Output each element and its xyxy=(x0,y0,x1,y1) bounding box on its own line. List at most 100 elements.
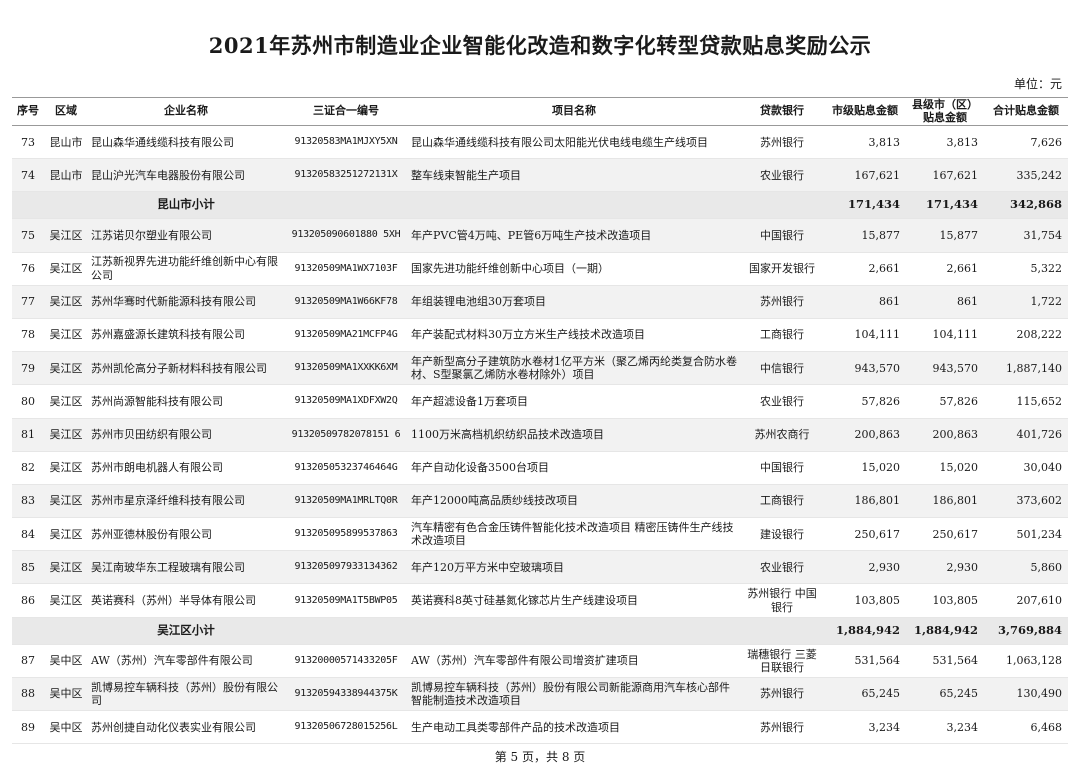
cell-region: 吴江区 xyxy=(44,517,88,552)
cell-no: 73 xyxy=(12,125,44,160)
col-header-city-amount: 市级贴息金额 xyxy=(824,97,906,126)
cell-region: 吴中区 xyxy=(44,644,88,678)
cell-bank: 苏州银行 xyxy=(740,677,824,712)
cell-total-amount: 1,063,128 xyxy=(984,644,1068,678)
subtotal-empty xyxy=(284,617,824,645)
cell-code: 91320509MA1T5BWP05 xyxy=(284,583,408,618)
table-header-row: 序号 区域 企业名称 三证合一编号 项目名称 贷款银行 市级贴息金额 县级市（区… xyxy=(12,97,1068,126)
cell-code: 91320509MA1MRLTQ0R xyxy=(284,484,408,519)
cell-region: 昆山市 xyxy=(44,158,88,193)
cell-bank: 工商银行 xyxy=(740,318,824,353)
col-header-county-amount: 县级市（区）贴息金额 xyxy=(906,97,984,126)
cell-project: 年产12000吨高品质纱线技改项目 xyxy=(408,484,740,519)
cell-no: 89 xyxy=(12,710,44,745)
cell-total-amount: 335,242 xyxy=(984,158,1068,193)
cell-code: 913205095899537863 xyxy=(284,517,408,552)
cell-project: 汽车精密有色合金压铸件智能化技术改造项目 精密压铸件生产线技术改造项目 xyxy=(408,517,740,552)
cell-region: 吴江区 xyxy=(44,550,88,585)
table-row: 82 吴江区 苏州市朗电机器人有限公司 91320505323746464G 年产自动化… xyxy=(12,451,1068,485)
subtotal-spacer xyxy=(12,191,88,220)
cell-region: 吴江区 xyxy=(44,583,88,618)
cell-company: 苏州创捷自动化仪表实业有限公司 xyxy=(88,710,284,745)
table-row: 87 吴中区 AW（苏州）汽车零部件有限公司 91320000571433205F AW… xyxy=(12,644,1068,678)
cell-total-amount: 208,222 xyxy=(984,318,1068,353)
cell-county-amount: 103,805 xyxy=(906,583,984,618)
subtotal-row: 昆山市小计 171,434 171,434 342,868 xyxy=(12,191,1068,220)
table-row: 88 吴中区 凯博易控车辆科技（苏州）股份有限公司 91320594338944375… xyxy=(12,677,1068,712)
cell-city-amount: 65,245 xyxy=(824,677,906,712)
cell-total-amount: 1,887,140 xyxy=(984,351,1068,386)
cell-company: 苏州尚源智能科技有限公司 xyxy=(88,384,284,419)
cell-no: 83 xyxy=(12,484,44,519)
cell-no: 76 xyxy=(12,252,44,286)
cell-project: 国家先进功能纤维创新中心项目（一期） xyxy=(408,252,740,286)
cell-city-amount: 2,930 xyxy=(824,550,906,585)
cell-county-amount: 104,111 xyxy=(906,318,984,353)
cell-city-amount: 167,621 xyxy=(824,158,906,193)
cell-city-amount: 15,020 xyxy=(824,451,906,485)
subtotal-city-amount: 1,884,942 xyxy=(824,617,906,645)
col-header-code: 三证合一编号 xyxy=(284,97,408,126)
cell-no: 88 xyxy=(12,677,44,712)
cell-code: 91320000571433205F xyxy=(284,644,408,678)
cell-city-amount: 103,805 xyxy=(824,583,906,618)
table-row: 75 吴江区 江苏诺贝尔塑业有限公司 913205090601880 5XH 年产PVC… xyxy=(12,218,1068,253)
cell-no: 81 xyxy=(12,418,44,452)
cell-company: 吴江南玻华东工程玻璃有限公司 xyxy=(88,550,284,585)
cell-bank: 中信银行 xyxy=(740,351,824,386)
cell-city-amount: 15,877 xyxy=(824,218,906,253)
cell-city-amount: 104,111 xyxy=(824,318,906,353)
cell-code: 91320509MA1WX7103F xyxy=(284,252,408,286)
table-row: 79 吴江区 苏州凯伦高分子新材料科技有限公司 91320509MA1XXKK6XM 年… xyxy=(12,351,1068,386)
cell-code: 91320509MA21MCFP4G xyxy=(284,318,408,353)
cell-no: 74 xyxy=(12,158,44,193)
cell-code: 91320509782078151 6 xyxy=(284,418,408,452)
cell-region: 昆山市 xyxy=(44,125,88,160)
cell-county-amount: 943,570 xyxy=(906,351,984,386)
subtotal-total-amount: 342,868 xyxy=(984,191,1068,220)
cell-region: 吴江区 xyxy=(44,484,88,519)
cell-no: 80 xyxy=(12,384,44,419)
subtotal-row: 吴江区小计 1,884,942 1,884,942 3,769,884 xyxy=(12,617,1068,645)
cell-bank: 瑞穗银行 三菱日联银行 xyxy=(740,644,824,678)
cell-region: 吴中区 xyxy=(44,710,88,745)
cell-total-amount: 501,234 xyxy=(984,517,1068,552)
cell-no: 75 xyxy=(12,218,44,253)
table-row: 77 吴江区 苏州华骞时代新能源科技有限公司 91320509MA1W66KF78 年组… xyxy=(12,285,1068,319)
cell-project: 年组装锂电池组30万套项目 xyxy=(408,285,740,319)
subtotal-label: 昆山市小计 xyxy=(88,191,284,220)
table-row: 80 吴江区 苏州尚源智能科技有限公司 91320509MA1XDFXW2Q 年产超滤设… xyxy=(12,384,1068,419)
unit-label: 单位：元 xyxy=(1013,77,1062,91)
cell-county-amount: 15,020 xyxy=(906,451,984,485)
cell-total-amount: 30,040 xyxy=(984,451,1068,485)
cell-total-amount: 6,468 xyxy=(984,710,1068,745)
cell-city-amount: 3,813 xyxy=(824,125,906,160)
cell-region: 吴江区 xyxy=(44,318,88,353)
subtotal-empty xyxy=(284,191,824,220)
table-row: 73 昆山市 昆山森华通线缆科技有限公司 91320583MA1MJXY5XN 昆山森华… xyxy=(12,125,1068,160)
cell-company: 苏州凯伦高分子新材料科技有限公司 xyxy=(88,351,284,386)
cell-project: 生产电动工具类零部件产品的技术改造项目 xyxy=(408,710,740,745)
cell-project: 年产自动化设备3500台项目 xyxy=(408,451,740,485)
table-row: 86 吴江区 英诺赛科（苏州）半导体有限公司 91320509MA1T5BWP05 英诺… xyxy=(12,583,1068,618)
table-row: 76 吴江区 江苏新视界先进功能纤维创新中心有限公司 91320509MA1WX710… xyxy=(12,252,1068,286)
cell-region: 吴江区 xyxy=(44,218,88,253)
cell-city-amount: 531,564 xyxy=(824,644,906,678)
cell-company: 苏州华骞时代新能源科技有限公司 xyxy=(88,285,284,319)
cell-company: 凯博易控车辆科技（苏州）股份有限公司 xyxy=(88,677,284,712)
subtotal-county-amount: 1,884,942 xyxy=(906,617,984,645)
cell-city-amount: 186,801 xyxy=(824,484,906,519)
cell-county-amount: 57,826 xyxy=(906,384,984,419)
cell-city-amount: 250,617 xyxy=(824,517,906,552)
cell-city-amount: 861 xyxy=(824,285,906,319)
cell-project: 年产新型高分子建筑防水卷材1亿平方米（聚乙烯丙纶类复合防水卷材、S型聚氯乙烯防水… xyxy=(408,351,740,386)
cell-city-amount: 200,863 xyxy=(824,418,906,452)
table-row: 74 昆山市 昆山沪光汽车电器股份有限公司 91320583251272131X 整车线… xyxy=(12,158,1068,193)
cell-county-amount: 250,617 xyxy=(906,517,984,552)
cell-bank: 农业银行 xyxy=(740,384,824,419)
cell-company: 昆山森华通线缆科技有限公司 xyxy=(88,125,284,160)
col-header-no: 序号 xyxy=(12,97,44,126)
col-header-region: 区域 xyxy=(44,97,88,126)
subsidy-table: 序号 区域 企业名称 三证合一编号 项目名称 贷款银行 市级贴息金额 县级市（区… xyxy=(12,97,1068,745)
cell-code: 91320583251272131X xyxy=(284,158,408,193)
